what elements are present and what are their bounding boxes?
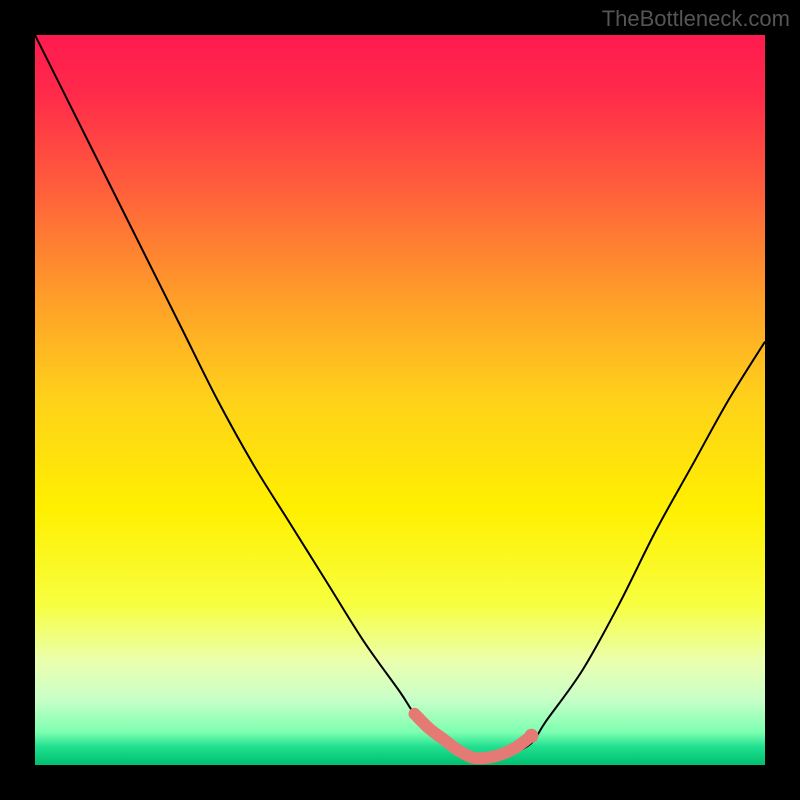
- gradient-background: [35, 35, 765, 765]
- watermark-text: TheBottleneck.com: [602, 6, 790, 32]
- highlight-point: [524, 729, 538, 743]
- bottleneck-chart: [35, 35, 765, 765]
- chart-frame: TheBottleneck.com: [0, 0, 800, 800]
- plot-area: [35, 35, 765, 765]
- highlight-point: [409, 708, 421, 720]
